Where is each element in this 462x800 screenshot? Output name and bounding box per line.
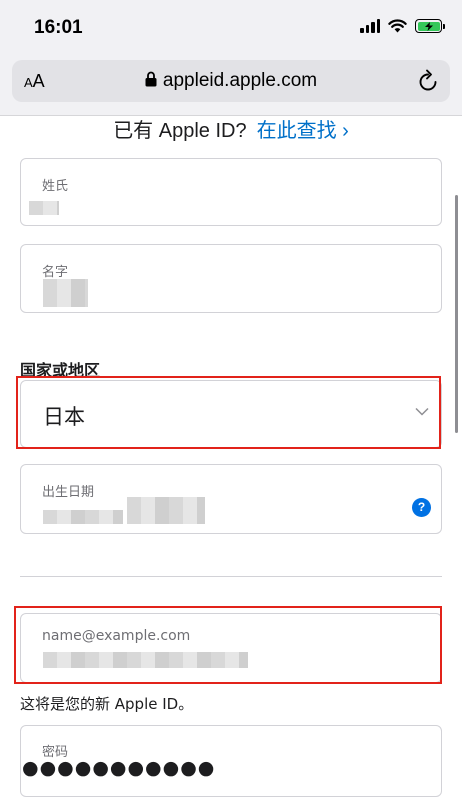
reload-icon[interactable] xyxy=(416,68,440,94)
find-apple-id-link[interactable]: 在此查找 › xyxy=(257,120,349,142)
email-highlight-box xyxy=(14,606,442,684)
section-divider xyxy=(20,576,442,577)
status-time: 16:01 xyxy=(34,17,83,38)
birthday-value-redacted-1 xyxy=(43,510,123,524)
new-apple-id-note: 这将是您的新 Apple ID。 xyxy=(20,695,194,713)
address-bar[interactable]: AA appleid.apple.com xyxy=(12,60,450,102)
birthday-field[interactable]: 出生日期 ? xyxy=(20,464,442,534)
help-icon[interactable]: ? xyxy=(412,498,431,517)
lock-icon xyxy=(145,71,157,87)
first-name-field[interactable]: 名字 xyxy=(20,244,442,313)
password-masked-value: ●●●●●●●●●●● xyxy=(22,757,216,779)
existing-apple-id-prompt: 已有 Apple ID? xyxy=(113,120,247,142)
status-icons xyxy=(360,19,445,33)
wifi-icon xyxy=(388,19,407,33)
battery-charging-icon xyxy=(415,19,445,33)
last-name-label: 姓氏 xyxy=(42,179,69,194)
last-name-value-redacted xyxy=(29,201,59,215)
signal-icon xyxy=(360,19,380,33)
status-bar: 16:01 xyxy=(0,0,462,54)
birthday-value-redacted-2 xyxy=(127,497,205,524)
url-display[interactable]: appleid.apple.com xyxy=(12,70,450,92)
first-name-value-redacted xyxy=(43,279,88,307)
last-name-field[interactable]: 姓氏 xyxy=(20,158,442,226)
first-name-label: 名字 xyxy=(42,265,69,280)
browser-toolbar: AA appleid.apple.com xyxy=(0,54,462,116)
scrollbar[interactable] xyxy=(455,195,458,433)
existing-apple-id-line: 已有 Apple ID? 在此查找 › xyxy=(0,114,462,143)
country-highlight-box xyxy=(16,376,441,449)
birthday-label: 出生日期 xyxy=(42,485,95,500)
url-text: appleid.apple.com xyxy=(162,70,318,91)
